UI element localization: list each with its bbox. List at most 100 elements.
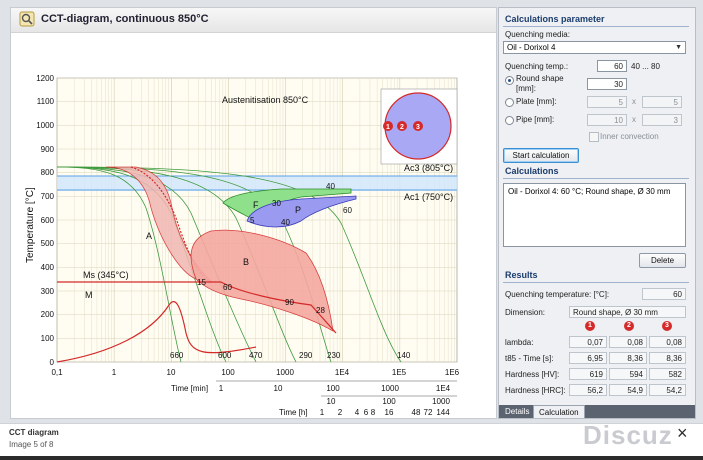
cooling-label-230: 230 (327, 351, 341, 360)
hour-tick: 8 (371, 408, 376, 417)
y-tick: 0 (50, 358, 55, 367)
magnifier-icon (19, 11, 35, 27)
x-tick: 10 (167, 368, 176, 377)
x-tick: 1E4 (335, 368, 350, 377)
pipe-radio[interactable] (505, 116, 514, 125)
tab-details[interactable]: Details (500, 405, 534, 418)
start-calculation-button[interactable]: Start calculation (503, 148, 579, 163)
pipe-diameter-input[interactable]: 10 (587, 114, 627, 126)
min-tick: 1000 (381, 384, 399, 393)
chart-pane: CCT-diagram, continuous 850°C 1 2 3 Aust… (10, 7, 497, 419)
quench-media-label: Quenching media: (505, 30, 570, 39)
calculation-entry[interactable]: Oil - Dorixol 4: 60 °C; Round shape, Ø 3… (508, 187, 681, 196)
y-tick: 600 (41, 216, 55, 225)
close-icon[interactable]: × (677, 423, 688, 444)
cooling-label-140: 140 (397, 351, 411, 360)
quench-media-select[interactable]: Oil - Dorixol 4 ▼ (503, 41, 686, 54)
pipe-x: x (632, 115, 636, 124)
divider (503, 178, 689, 179)
plate-radio[interactable] (505, 98, 514, 107)
min-tick: 1 (219, 384, 224, 393)
hour-tick: 48 (412, 408, 421, 417)
plate-height-input[interactable]: 5 (642, 96, 682, 108)
tab-calculation[interactable]: Calculation (533, 405, 585, 418)
curve-label-28: 28 (316, 306, 325, 315)
plate-label: Plate [mm]: (516, 97, 557, 106)
x-tick: 100 (221, 368, 235, 377)
hour-axis: 10 100 1000 10000 Time [h] 1 2 4 6 8 16 … (279, 395, 457, 417)
marker-3-text: 3 (416, 124, 420, 131)
curve-label-30: 30 (272, 199, 281, 208)
result-cell: 594 (609, 368, 647, 380)
divider (503, 282, 689, 283)
cooling-label-600: 600 (218, 351, 232, 360)
round-shape-radio[interactable] (505, 76, 514, 85)
hour-tick: 6 (364, 408, 369, 417)
round-shape-input[interactable]: 30 (587, 78, 627, 90)
cct-chart: 1 2 3 Austenitisation 850°C Ac3 (805°C) … (25, 74, 460, 417)
calculations-list[interactable]: Oil - Dorixol 4: 60 °C; Round shape, Ø 3… (503, 183, 686, 247)
result-cell: 54,2 (649, 384, 686, 396)
result-dimension-value: Round shape, Ø 30 mm (569, 306, 686, 318)
ac1-label: Ac1 (750°C) (404, 192, 453, 202)
watermark-logo: Discuz (583, 420, 673, 450)
hour-tick: 16 (385, 408, 394, 417)
curve-label-90: 90 (285, 298, 294, 307)
result-cell: 0,08 (649, 336, 686, 348)
y-tick: 700 (41, 192, 55, 201)
chevron-down-icon: ▼ (675, 44, 682, 51)
curve-label-5: 5 (250, 216, 255, 225)
phase-b-label: B (243, 257, 249, 267)
plate-width-input[interactable]: 5 (587, 96, 627, 108)
image-caption: CCT diagram (9, 428, 59, 437)
plate-x: x (632, 97, 636, 106)
round-shape-label: Round shape (516, 74, 564, 83)
y-tick: 200 (41, 310, 55, 319)
phase-m-label: M (85, 290, 93, 300)
result-cell: 54,9 (609, 384, 647, 396)
delete-button[interactable]: Delete (639, 253, 686, 268)
curve-label-60-top: 60 (343, 206, 352, 215)
app-window: CCT-diagram, continuous 850°C 1 2 3 Aust… (0, 0, 703, 424)
result-cell: 56,2 (569, 384, 607, 396)
result-row-label: lambda: (505, 338, 534, 347)
y-tick: 100 (41, 334, 55, 343)
round-shape-unit: [mm]: (516, 84, 536, 93)
x-tick: 1 (112, 368, 117, 377)
y-tick-labels: 1200 1100 1000 900 800 700 600 500 400 3… (36, 74, 54, 367)
austenitisation-label: Austenitisation 850°C (222, 95, 309, 105)
quench-temp-label: Quenching temp.: (505, 62, 569, 71)
y-tick: 1100 (37, 97, 55, 106)
curve-label-40: 40 (281, 218, 290, 227)
phase-p-label: P (295, 205, 301, 215)
cooling-label-290: 290 (299, 351, 313, 360)
result-cell: 582 (649, 368, 686, 380)
quench-temp-input[interactable]: 60 (597, 60, 627, 72)
y-tick: 800 (41, 168, 55, 177)
result-cell: 8,36 (609, 352, 647, 364)
pipe-label: Pipe [mm]: (516, 115, 555, 124)
result-dimension-label: Dimension: (505, 308, 546, 317)
inner-convection-checkbox[interactable] (589, 132, 599, 142)
column-marker-1: 1 (585, 321, 595, 331)
x-tick-labels: 0,1 1 10 100 1000 1E4 1E5 1E6 (51, 368, 459, 377)
y-tick: 1000 (36, 121, 54, 130)
result-qtemp-value: 60 (642, 288, 686, 300)
x-label-h: Time [h] (279, 408, 308, 417)
min-tick: 100 (326, 384, 340, 393)
ac3-label: Ac3 (805°C) (404, 163, 453, 173)
pipe-wall-input[interactable]: 3 (642, 114, 682, 126)
quench-temp-range: 40 ... 80 (631, 62, 660, 71)
hour-tick: 72 (424, 408, 433, 417)
marker-group: 1 2 3 (383, 121, 423, 131)
phase-a-label: A (146, 231, 152, 241)
panel-tabs: Details Calculation (499, 405, 695, 418)
hour-tick-top: 100 (382, 397, 396, 406)
divider (503, 26, 689, 27)
result-row-label: Hardness [HV]: (505, 370, 560, 379)
result-qtemp-label: Quenching temperature: [°C]: (505, 290, 610, 299)
x-tick: 1000 (276, 368, 294, 377)
y-tick: 300 (41, 287, 55, 296)
result-cell: 619 (569, 368, 607, 380)
result-cell: 0,08 (609, 336, 647, 348)
